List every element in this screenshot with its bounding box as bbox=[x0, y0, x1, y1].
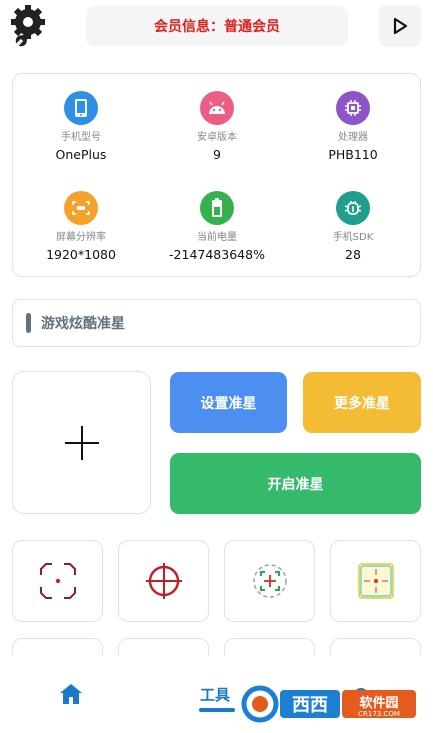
more-crosshair-button[interactable]: 更多准星 bbox=[303, 372, 421, 433]
start-crosshair-button[interactable]: 开启准星 bbox=[170, 453, 421, 514]
info-processor: 处理器 PHB110 bbox=[285, 91, 421, 162]
info-label: 安卓版本 bbox=[197, 132, 237, 143]
info-value: 9 bbox=[213, 147, 221, 162]
info-label: 手机SDK bbox=[332, 232, 374, 243]
info-sdk: 手机SDK 28 bbox=[285, 191, 421, 262]
cpu-icon bbox=[336, 91, 370, 125]
play-button[interactable] bbox=[379, 5, 421, 47]
nav-tab-tools[interactable]: 工具 bbox=[200, 684, 230, 705]
svg-text:CR173.COM: CR173.COM bbox=[358, 710, 400, 718]
app-screen: 会员信息：普通会员 手机型号 OnePlus 安卓版本 9 处理器 PHB110… bbox=[0, 0, 433, 733]
info-value: -2147483648% bbox=[169, 247, 265, 262]
dashed-circle-crosshair-icon bbox=[252, 564, 287, 598]
info-screen-resolution: 屏幕分辨率 1920*1080 bbox=[13, 191, 149, 262]
plus-icon bbox=[64, 425, 99, 460]
crosshair-option-1[interactable] bbox=[12, 540, 103, 622]
nav-active-indicator bbox=[199, 708, 235, 712]
screen-icon bbox=[64, 191, 98, 225]
watermark-logo: 西西 软件园 CR173.COM bbox=[240, 684, 418, 724]
info-phone-model: 手机型号 OnePlus bbox=[13, 91, 149, 162]
android-icon bbox=[200, 91, 234, 125]
octagon-crosshair-icon bbox=[39, 563, 76, 599]
set-crosshair-button[interactable]: 设置准星 bbox=[170, 372, 287, 433]
section-accent-bar bbox=[26, 313, 31, 333]
home-icon[interactable] bbox=[58, 682, 84, 706]
crosshair-option-2[interactable] bbox=[118, 540, 209, 622]
info-value: OnePlus bbox=[55, 147, 107, 162]
info-value: PHB110 bbox=[328, 147, 378, 162]
member-info-text: 会员信息：普通会员 bbox=[154, 19, 280, 35]
info-label: 当前电量 bbox=[197, 232, 237, 243]
section-header: 游戏炫酷准星 bbox=[12, 299, 421, 347]
add-crosshair-image-button[interactable] bbox=[12, 371, 151, 514]
section-title: 游戏炫酷准星 bbox=[41, 316, 125, 332]
settings-gear-icon[interactable] bbox=[10, 4, 54, 48]
info-label: 处理器 bbox=[338, 132, 368, 143]
info-label: 屏幕分辨率 bbox=[56, 232, 106, 243]
info-label: 手机型号 bbox=[61, 132, 101, 143]
info-battery: 当前电量 -2147483648% bbox=[149, 191, 285, 262]
battery-icon bbox=[200, 191, 234, 225]
crosshair-option-3[interactable] bbox=[224, 540, 315, 622]
member-info-badge: 会员信息：普通会员 bbox=[86, 6, 348, 46]
sdk-icon bbox=[336, 191, 370, 225]
info-android-version: 安卓版本 9 bbox=[149, 91, 285, 162]
svg-text:软件园: 软件园 bbox=[359, 695, 398, 711]
square-crosshair-icon bbox=[357, 563, 394, 599]
crosshair-option-4[interactable] bbox=[330, 540, 421, 622]
info-value: 1920*1080 bbox=[46, 247, 116, 262]
phone-icon bbox=[64, 91, 98, 125]
device-info-card: 手机型号 OnePlus 安卓版本 9 处理器 PHB110 屏幕分辨率 192… bbox=[12, 73, 421, 277]
svg-text:西西: 西西 bbox=[292, 695, 328, 716]
info-value: 28 bbox=[345, 247, 361, 262]
play-icon bbox=[393, 17, 408, 35]
scope-crosshair-icon bbox=[145, 563, 182, 599]
